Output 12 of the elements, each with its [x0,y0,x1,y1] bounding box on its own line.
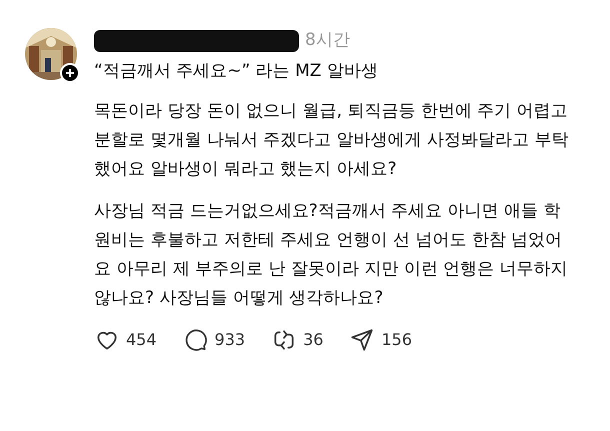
comment-icon[interactable] [182,327,209,353]
action-count: 933 [214,329,246,351]
post-time: 8시간 [305,29,350,52]
post-paragraph: 목돈이라 당장 돈이 없으니 월급, 퇴직금등 한번에 주기 어렵고 분할로 몇개월 나눠서 주겠다고 알바생에게 사정봐달라고 부탁했어요 알바생이 뭐라고 했는지 아세요? [94,100,570,181]
plus-icon [65,68,75,78]
post-title: “적금깨서 주세요~” 라는 MZ 알바생 [94,60,379,83]
follow-button[interactable] [60,63,80,83]
send-icon[interactable] [349,327,376,353]
post-paragraph: 사장님 적금 드는거없으세요?적금깨서 주세요 아니면 애들 학원비는 후불하고 저한테 주세요 언행이 선 넘어도 한참 넘었어요 아무리 제 부주의로 난 잘못이라 지만 이런 언행은 너무하지 않나요? 사장님들 어떻게 생각하나요? [94,200,569,310]
action-count: 156 [381,329,412,351]
action-count: 36 [303,329,324,351]
action-count: 454 [126,329,157,351]
